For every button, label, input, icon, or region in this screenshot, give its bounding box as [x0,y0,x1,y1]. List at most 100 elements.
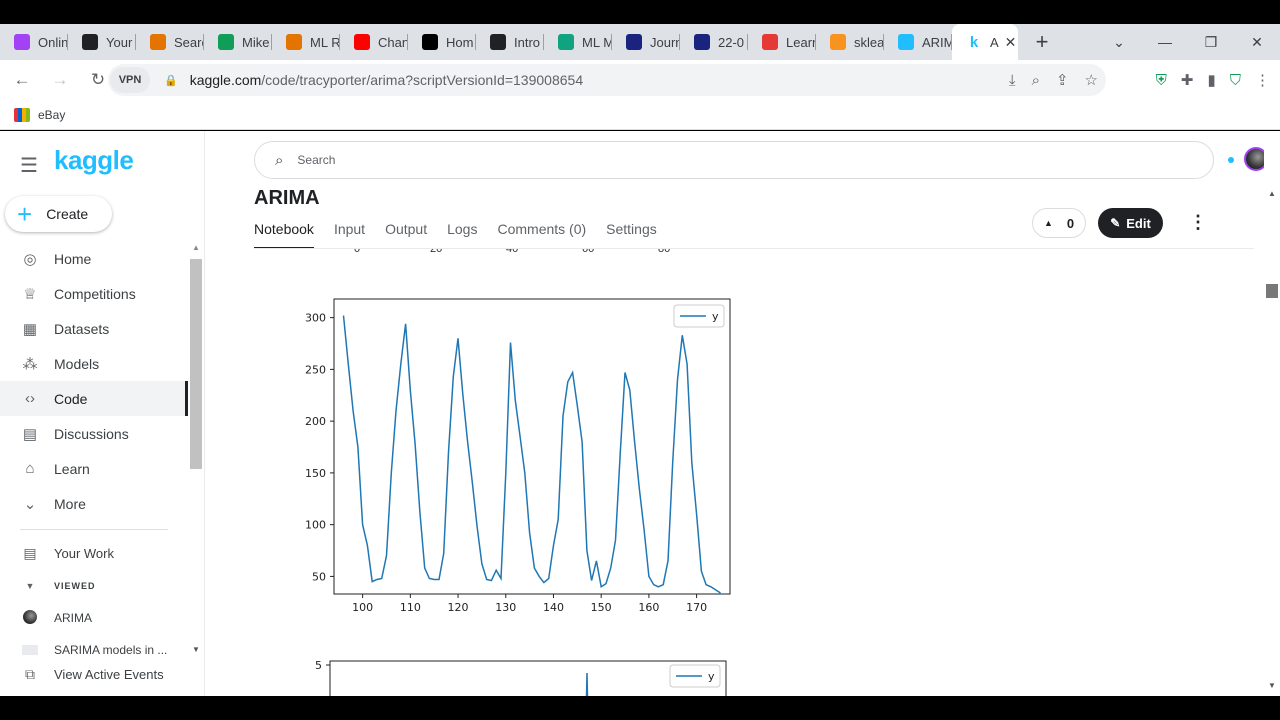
browser-tab[interactable]: Chan [340,24,408,60]
view-active-events-link[interactable]: ⧉ View Active Events [0,659,188,689]
browser-tab[interactable]: Journ [612,24,680,60]
browser-tab-title: ML R [310,34,340,50]
scroll-down-icon[interactable]: ▼ [1268,681,1276,690]
restore-icon[interactable]: ❐ [1188,24,1234,60]
window-close-icon[interactable]: ✕ [1234,24,1280,60]
browser-tab[interactable]: Searc [136,24,204,60]
sidebar-item-more[interactable]: ⌄ More [0,486,188,521]
shield-check-icon[interactable]: ⛉ [1230,72,1241,89]
sidebar-item-competitions[interactable]: ♕ Competitions [0,276,188,311]
sidebar-scroll-thumb[interactable] [190,259,202,469]
scroll-up-icon[interactable]: ▲ [192,243,200,252]
sidebar-item-discussions[interactable]: ▤ Discussions [0,416,188,451]
browser-tab[interactable]: Learr [748,24,816,60]
browser-tab[interactable]: Your [68,24,136,60]
code-icon: ‹› [25,390,35,407]
page-scrollbar[interactable]: ▲ ▼ [1264,131,1280,696]
series-line-y [585,672,589,696]
vpn-extension-icon[interactable]: ⛨ [1156,72,1167,89]
upvote-button[interactable]: ▲ 0 [1032,208,1086,238]
browser-menu-icon[interactable]: ⋮ [1255,71,1270,89]
y-tick-label: 250 [305,363,326,376]
view-active-events-label: View Active Events [54,666,164,682]
browser-tab-title: 22-0 [718,34,745,50]
browser-tab[interactable]: ARIM [884,24,952,60]
sidebar-item-models[interactable]: ⁂ Models [0,346,188,381]
browser-tab[interactable]: ML M [544,24,612,60]
x-tick-label: 110 [400,601,421,614]
kaggle-page: ☰ kaggle + Create ◎ Home ♕ Competitions ▦ Dat… [0,131,1280,696]
url-field[interactable]: VPN 🔒 kaggle.com/code/tracyporter/arima?… [108,64,1106,96]
sidebar-item-label: Home [54,250,92,267]
tab-notebook[interactable]: Notebook [254,219,314,249]
sidebar-item-label: Competitions [54,285,136,302]
browser-tab-strip: Onlin Your Searc Mike ML R Chan Hom Intro ML M Jo… [0,24,1280,60]
tab-comments[interactable]: Comments (0) [497,219,586,249]
browser-tab-title: Chan [378,34,408,50]
bookmark-star-icon[interactable]: ☆ [1085,71,1098,89]
notebook-thumbnail-icon [20,642,40,658]
browser-tab[interactable]: Mike [204,24,272,60]
previous-axis-tick: 0 [354,249,361,255]
browser-address-bar: ← → ↻ VPN 🔒 kaggle.com/code/tracyporter/… [0,60,1280,100]
notebook-tabs: Notebook Input Output Logs Comments (0) Setti… [254,219,657,249]
viewed-section-toggle[interactable]: ▼ VIEWED [0,571,188,601]
your-work-icon: ▤ [23,544,37,561]
browser-tab-title: Your [106,34,133,50]
scroll-down-icon[interactable]: ▼ [192,645,200,654]
browser-tab[interactable]: Onlin [0,24,68,60]
lock-icon[interactable]: 🔒 [164,74,178,87]
main-content: ⌕ Search ARIMA Notebook Input Output Logs Co… [206,131,1268,696]
events-icon: ⧉ [25,665,35,682]
learn-icon: ⌂ [25,460,35,477]
browser-tab[interactable]: sklea [816,24,884,60]
table-icon: ▦ [22,320,38,338]
extensions-icon[interactable]: ✚ [1181,71,1194,89]
minimize-icon[interactable]: — [1142,24,1188,60]
models-icon: ⁂ [22,355,38,373]
back-icon[interactable]: ← [6,64,38,96]
sidebar-item-your-work[interactable]: ▤ Your Work [0,538,188,568]
browser-tab[interactable]: 22-0 [680,24,748,60]
browser-tab-title: Journ [650,34,680,50]
hamburger-menu-icon[interactable]: ☰ [20,153,38,178]
page-title: ARIMA [254,187,320,209]
tab-output[interactable]: Output [385,219,427,249]
side-panel-icon[interactable]: ▮ [1207,71,1215,89]
kaggle-logo[interactable]: kaggle [54,145,134,176]
sidebar-item-code[interactable]: ‹› Code [0,381,188,416]
youtube-favicon [354,34,370,50]
browser-tab[interactable]: Intro [476,24,544,60]
more-options-icon[interactable]: ⋮ [1189,212,1207,233]
new-tab-icon[interactable]: + [1024,24,1060,60]
x-tick-label: 170 [686,601,707,614]
tab-logs[interactable]: Logs [447,219,477,249]
bookmark-ebay[interactable]: eBay [38,108,65,122]
create-button[interactable]: + Create [5,196,112,232]
search-input[interactable]: ⌕ Search [254,141,1214,179]
scroll-up-icon[interactable]: ▲ [1268,189,1276,198]
browser-tab[interactable]: Hom [408,24,476,60]
install-icon[interactable]: ⤓ [1009,72,1016,89]
share-icon[interactable]: ⇪ [1056,71,1069,89]
tab-settings[interactable]: Settings [606,219,657,249]
vpn-badge[interactable]: VPN [110,67,150,93]
viewed-item-label: SARIMA models in ... [54,643,168,657]
close-tab-icon[interactable]: ✕ [1005,34,1017,51]
sidebar-item-datasets[interactable]: ▦ Datasets [0,311,188,346]
tab-search-icon[interactable]: ⌄ [1096,24,1142,60]
sidebar-item-home[interactable]: ◎ Home [0,241,188,276]
tab-input[interactable]: Input [334,219,365,249]
plus-icon: + [17,198,33,229]
sidebar-scrollbar[interactable]: ▲ ▼ [188,241,204,661]
browser-tab[interactable]: ML R [272,24,340,60]
zoom-icon[interactable]: ⌕ [1032,72,1040,89]
sidebar-item-learn[interactable]: ⌂ Learn [0,451,188,486]
page-scroll-thumb[interactable] [1266,284,1278,298]
browser-tab-active[interactable]: k A ✕ [952,24,1018,60]
edit-button[interactable]: ✎ Edit [1098,208,1163,238]
legend-label: y [712,310,719,323]
jmlr-favicon [626,34,642,50]
forward-icon[interactable]: → [44,64,76,96]
viewed-item[interactable]: ARIMA [0,603,188,633]
